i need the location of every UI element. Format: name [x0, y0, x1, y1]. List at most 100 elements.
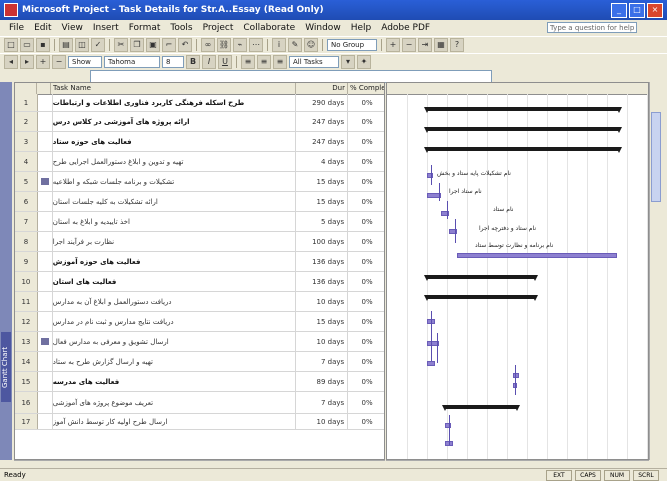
underline-icon[interactable]: U [218, 55, 232, 69]
percent-complete-cell[interactable]: 0% [348, 252, 384, 271]
duration-cell[interactable]: 15 days [296, 172, 349, 191]
duration-cell[interactable]: 10 days [296, 414, 349, 429]
cut-icon[interactable]: ✂ [114, 38, 128, 52]
help-search-input[interactable]: Type a question for help [547, 22, 637, 33]
percent-complete-cell[interactable]: 0% [348, 372, 384, 391]
row-id[interactable]: 10 [15, 272, 38, 291]
task-notes-icon[interactable]: ✎ [288, 38, 302, 52]
format-painter-icon[interactable]: ⌐ [162, 38, 176, 52]
row-id[interactable]: 16 [15, 392, 38, 413]
task-name-cell[interactable]: فعالیت های حوزه آموزش [53, 252, 297, 271]
percent-complete-cell[interactable]: 0% [348, 232, 384, 251]
new-icon[interactable]: □ [4, 38, 18, 52]
percent-complete-cell[interactable]: 0% [348, 312, 384, 331]
table-row[interactable]: 15 فعالیت های مدرسه 89 days 0% [15, 372, 384, 392]
table-row[interactable]: 13 ارسال تشویق و معرفی به مدارس فعال 10 da… [15, 332, 384, 352]
task-name-cell[interactable]: ارسال تشویق و معرفی به مدارس فعال [53, 332, 297, 351]
note-icon[interactable] [40, 338, 49, 345]
menu-help[interactable]: Help [346, 23, 377, 33]
percent-complete-cell[interactable]: 0% [348, 212, 384, 231]
gantt-wizard-icon[interactable]: ✦ [357, 55, 371, 69]
column-header-id[interactable] [15, 83, 37, 94]
row-id[interactable]: 2 [15, 112, 38, 131]
hyperlink-icon[interactable]: ∞ [201, 38, 215, 52]
bold-icon[interactable]: B [186, 55, 200, 69]
duration-cell[interactable]: 136 days [296, 272, 349, 291]
align-center-icon[interactable]: ≡ [257, 55, 271, 69]
font-size-dropdown[interactable]: 8 [162, 56, 184, 68]
print-preview-icon[interactable]: ◫ [75, 38, 89, 52]
task-name-cell[interactable]: فعالیت های مدرسه [53, 372, 297, 391]
vertical-scroll-thumb[interactable] [651, 112, 661, 202]
summary-task-bar[interactable] [442, 405, 520, 411]
percent-complete-cell[interactable]: 0% [348, 392, 384, 413]
print-icon[interactable]: ▤ [59, 38, 73, 52]
menu-collaborate[interactable]: Collaborate [238, 23, 300, 33]
menu-insert[interactable]: Insert [88, 23, 124, 33]
row-id[interactable]: 5 [15, 172, 38, 191]
group-by-dropdown[interactable]: No Group [327, 39, 377, 51]
duration-cell[interactable]: 89 days [296, 372, 349, 391]
task-name-cell[interactable]: دریافت دستورالعمل و ابلاغ آن به مدارس [53, 292, 297, 311]
column-header-task-name[interactable]: Task Name [51, 83, 296, 94]
menu-file[interactable]: File [4, 23, 29, 33]
percent-complete-cell[interactable]: 0% [348, 192, 384, 211]
percent-complete-cell[interactable]: 0% [348, 132, 384, 151]
task-name-cell[interactable]: ارائه تشکیلات به کلیه جلسات استان [53, 192, 297, 211]
duration-cell[interactable]: 10 days [296, 292, 349, 311]
task-bar[interactable] [513, 373, 519, 378]
task-name-cell[interactable]: تهیه و تدوین و ابلاغ دستورالعمل اجرایی ط… [53, 152, 297, 171]
unlink-tasks-icon[interactable]: ⌁ [233, 38, 247, 52]
show-dropdown[interactable]: Show [68, 56, 102, 68]
task-name-cell[interactable]: تهیه و ارسال گزارش طرح به ستاد [53, 352, 297, 371]
column-header-indicators[interactable] [37, 83, 51, 94]
percent-complete-cell[interactable]: 0% [348, 332, 384, 351]
percent-complete-cell[interactable]: 0% [348, 352, 384, 371]
row-id[interactable]: 14 [15, 352, 38, 371]
align-right-icon[interactable]: ≡ [273, 55, 287, 69]
duration-cell[interactable]: 4 days [296, 152, 349, 171]
undo-icon[interactable]: ↶ [178, 38, 192, 52]
duration-cell[interactable]: 290 days [296, 94, 349, 111]
row-id[interactable]: 9 [15, 252, 38, 271]
table-row[interactable]: 7 اخذ تاییدیه و ابلاغ به استان 5 days 0% [15, 212, 384, 232]
table-row[interactable]: 2 ارائه پروژه های آموزشی در کلاس درس 247 d… [15, 112, 384, 132]
row-id[interactable]: 17 [15, 414, 38, 429]
row-id[interactable]: 15 [15, 372, 38, 391]
table-row[interactable]: 4 تهیه و تدوین و ابلاغ دستورالعمل اجرایی … [15, 152, 384, 172]
table-row[interactable]: 10 فعالیت های استان 136 days 0% [15, 272, 384, 292]
row-id[interactable]: 3 [15, 132, 38, 151]
percent-complete-cell[interactable]: 0% [348, 292, 384, 311]
duration-cell[interactable]: 7 days [296, 392, 349, 413]
task-info-icon[interactable]: i [272, 38, 286, 52]
menu-project[interactable]: Project [198, 23, 239, 33]
table-row[interactable]: 17 ارسال طرح اولیه کار توسط دانش آموز 10 d… [15, 414, 384, 430]
percent-complete-cell[interactable]: 0% [348, 172, 384, 191]
row-id[interactable]: 7 [15, 212, 38, 231]
duration-cell[interactable]: 247 days [296, 132, 349, 151]
percent-complete-cell[interactable]: 0% [348, 94, 384, 111]
task-name-cell[interactable]: فعالیت های حوزه ستاد [53, 132, 297, 151]
go-to-task-icon[interactable]: ⇥ [418, 38, 432, 52]
maximize-button[interactable]: □ [629, 3, 645, 18]
task-bar[interactable] [457, 253, 617, 258]
percent-complete-cell[interactable]: 0% [348, 112, 384, 131]
duration-cell[interactable]: 7 days [296, 352, 349, 371]
autofilter-icon[interactable]: ▾ [341, 55, 355, 69]
menu-edit[interactable]: Edit [29, 23, 56, 33]
summary-task-bar[interactable] [424, 275, 538, 281]
row-id[interactable]: 13 [15, 332, 38, 351]
duration-cell[interactable]: 247 days [296, 112, 349, 131]
task-name-cell[interactable]: تشکیلات و برنامه جلسات شبکه و اطلاعیه [53, 172, 297, 191]
table-row[interactable]: 6 ارائه تشکیلات به کلیه جلسات استان 15 day… [15, 192, 384, 212]
filter-dropdown[interactable]: All Tasks [289, 56, 339, 68]
spelling-icon[interactable]: ✓ [91, 38, 105, 52]
italic-icon[interactable]: I [202, 55, 216, 69]
duration-cell[interactable]: 136 days [296, 252, 349, 271]
task-bar[interactable] [427, 173, 433, 178]
summary-task-bar[interactable] [424, 127, 622, 133]
row-id[interactable]: 4 [15, 152, 38, 171]
duration-cell[interactable]: 15 days [296, 192, 349, 211]
table-row[interactable]: 8 نظارت بر فرآیند اجرا 100 days 0% [15, 232, 384, 252]
task-name-cell[interactable]: طرح اسکله فرهنگی کاربرد فناوری اطلاعات و… [53, 94, 297, 111]
